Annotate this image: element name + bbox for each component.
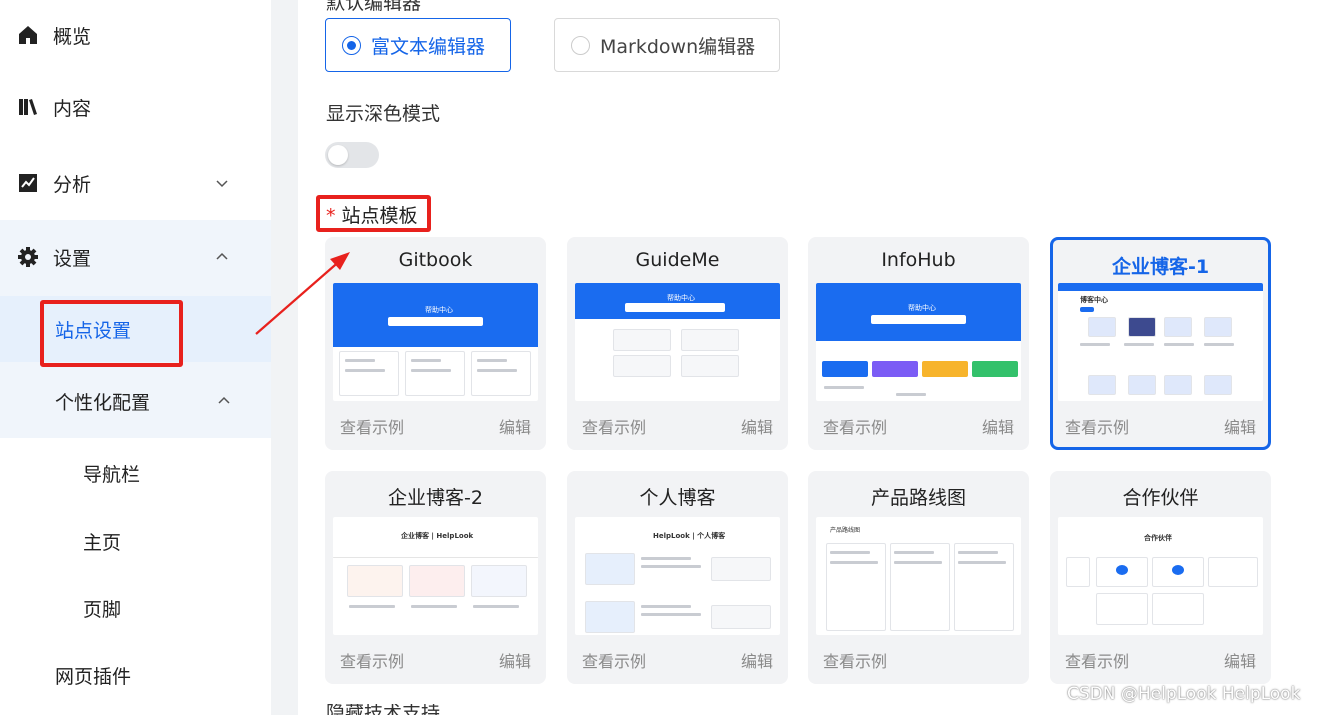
view-example-link[interactable]: 查看示例: [1065, 414, 1129, 438]
sidebar-item-analytics[interactable]: 分析: [0, 148, 271, 218]
edit-link[interactable]: 编辑: [741, 648, 773, 672]
template-thumbnail: 帮助中心: [575, 283, 780, 401]
sidebar-item-content[interactable]: 内容: [0, 72, 271, 142]
chevron-up-icon: [216, 252, 228, 260]
chevron-up-icon: [218, 396, 230, 404]
sidebar-item-personalization[interactable]: 个性化配置: [0, 368, 271, 434]
editor-section-title: 默认编辑器: [326, 0, 422, 14]
thumbnail-title: HelpLook | 个人博客: [653, 532, 726, 540]
template-thumbnail: 产品路线图: [816, 517, 1021, 635]
template-card-enterprise-blog-1[interactable]: 企业博客-1 博客中心 查看示例 编辑: [1050, 237, 1271, 450]
thumbnail-title: 帮助中心: [425, 306, 453, 314]
chevron-down-icon: [216, 180, 228, 188]
content-gutter: [271, 0, 298, 715]
sidebar: 概览 内容 分析 设置 站点设置 个性化配置 导航栏 主页 页脚 网页插件: [0, 0, 271, 715]
thumbnail-title: 帮助中心: [667, 294, 695, 302]
thumbnail-title: 帮助中心: [908, 304, 936, 312]
template-card-guideme[interactable]: GuideMe 帮助中心 查看示例 编辑: [567, 237, 788, 450]
home-icon: [17, 24, 39, 46]
sidebar-item-footer[interactable]: 页脚: [0, 575, 271, 641]
template-thumbnail: 博客中心: [1058, 283, 1263, 401]
book-icon: [17, 96, 39, 118]
sidebar-item-label: 分析: [53, 173, 92, 196]
radio-rich-text-editor[interactable]: 富文本编辑器: [325, 18, 511, 72]
edit-link[interactable]: 编辑: [982, 414, 1014, 438]
template-thumbnail: 合作伙伴: [1058, 517, 1263, 635]
view-example-link[interactable]: 查看示例: [1065, 648, 1129, 672]
template-card-partners[interactable]: 合作伙伴 合作伙伴 查看示例 编辑: [1050, 471, 1271, 684]
sidebar-item-label: 内容: [53, 97, 92, 120]
radio-unchecked-icon: [571, 35, 590, 55]
edit-link[interactable]: 编辑: [1224, 648, 1256, 672]
template-card-enterprise-blog-2[interactable]: 企业博客-2 企业博客 | HelpLook 查看示例 编辑: [325, 471, 546, 684]
template-thumbnail: 企业博客 | HelpLook: [333, 517, 538, 635]
sidebar-item-overview[interactable]: 概览: [0, 0, 271, 70]
sidebar-item-label: 站点设置: [55, 319, 132, 342]
template-card-infohub[interactable]: InfoHub 帮助中心 查看示例 编辑: [808, 237, 1029, 450]
dark-mode-toggle[interactable]: [325, 142, 379, 168]
edit-link[interactable]: 编辑: [499, 414, 531, 438]
next-section-title: 隐藏技术支持: [326, 704, 441, 715]
view-example-link[interactable]: 查看示例: [582, 648, 646, 672]
sidebar-item-site-settings[interactable]: 站点设置: [0, 296, 271, 362]
sidebar-item-plugins[interactable]: 网页插件: [0, 642, 271, 708]
template-card-title: 个人博客: [639, 487, 716, 509]
main-content: 默认编辑器 富文本编辑器 Markdown编辑器 显示深色模式 * 站点模板 Gi…: [298, 0, 1324, 715]
page: 概览 内容 分析 设置 站点设置 个性化配置 导航栏 主页 页脚 网页插件 默认…: [0, 0, 1324, 715]
sidebar-item-homepage[interactable]: 主页: [0, 508, 271, 574]
sidebar-item-label: 设置: [53, 247, 92, 270]
sidebar-item-label: 网页插件: [55, 665, 132, 688]
template-card-title: 产品路线图: [870, 487, 966, 509]
template-card-title: 企业博客-1: [1111, 256, 1210, 278]
template-label: * 站点模板: [326, 201, 418, 228]
chart-icon: [17, 172, 39, 194]
sidebar-item-label: 主页: [83, 531, 122, 554]
template-card-title: GuideMe: [635, 249, 720, 271]
sidebar-item-navbar[interactable]: 导航栏: [0, 440, 271, 506]
thumbnail-title: 合作伙伴: [1144, 534, 1172, 542]
thumbnail-title: 博客中心: [1080, 296, 1108, 304]
template-card-product-roadmap[interactable]: 产品路线图 产品路线图 查看示例: [808, 471, 1029, 684]
sidebar-item-settings[interactable]: 设置: [0, 222, 271, 292]
template-thumbnail: 帮助中心: [333, 283, 538, 401]
view-example-link[interactable]: 查看示例: [340, 648, 404, 672]
template-thumbnail: HelpLook | 个人博客: [575, 517, 780, 635]
sidebar-item-label: 页脚: [83, 598, 122, 621]
view-example-link[interactable]: 查看示例: [823, 648, 887, 672]
dark-mode-label: 显示深色模式: [326, 103, 441, 125]
watermark: CSDN @HelpLook HelpLook: [1067, 684, 1301, 704]
thumbnail-title: 企业博客 | HelpLook: [401, 532, 474, 540]
template-thumbnail: 帮助中心: [816, 283, 1021, 401]
radio-label: 富文本编辑器: [371, 35, 486, 58]
radio-checked-icon: [342, 35, 361, 55]
thumbnail-title: 产品路线图: [830, 527, 861, 534]
view-example-link[interactable]: 查看示例: [582, 414, 646, 438]
template-label-text: 站点模板: [341, 205, 418, 227]
sidebar-item-label: 导航栏: [83, 463, 141, 486]
template-card-personal-blog[interactable]: 个人博客 HelpLook | 个人博客 查看示例 编辑: [567, 471, 788, 684]
edit-link[interactable]: 编辑: [741, 414, 773, 438]
view-example-link[interactable]: 查看示例: [823, 414, 887, 438]
radio-label: Markdown编辑器: [600, 35, 756, 58]
radio-markdown-editor[interactable]: Markdown编辑器: [554, 18, 780, 72]
edit-link[interactable]: 编辑: [1224, 414, 1256, 438]
view-example-link[interactable]: 查看示例: [340, 414, 404, 438]
sidebar-item-label: 概览: [53, 25, 92, 48]
required-mark: *: [326, 205, 336, 227]
template-card-title: InfoHub: [881, 249, 956, 271]
edit-link[interactable]: 编辑: [499, 648, 531, 672]
gear-icon: [17, 246, 39, 268]
template-card-title: 合作伙伴: [1122, 487, 1199, 509]
sidebar-item-label: 个性化配置: [55, 391, 151, 414]
annotation-arrow-icon: [255, 252, 350, 335]
template-card-title: 企业博客-2: [388, 487, 483, 509]
